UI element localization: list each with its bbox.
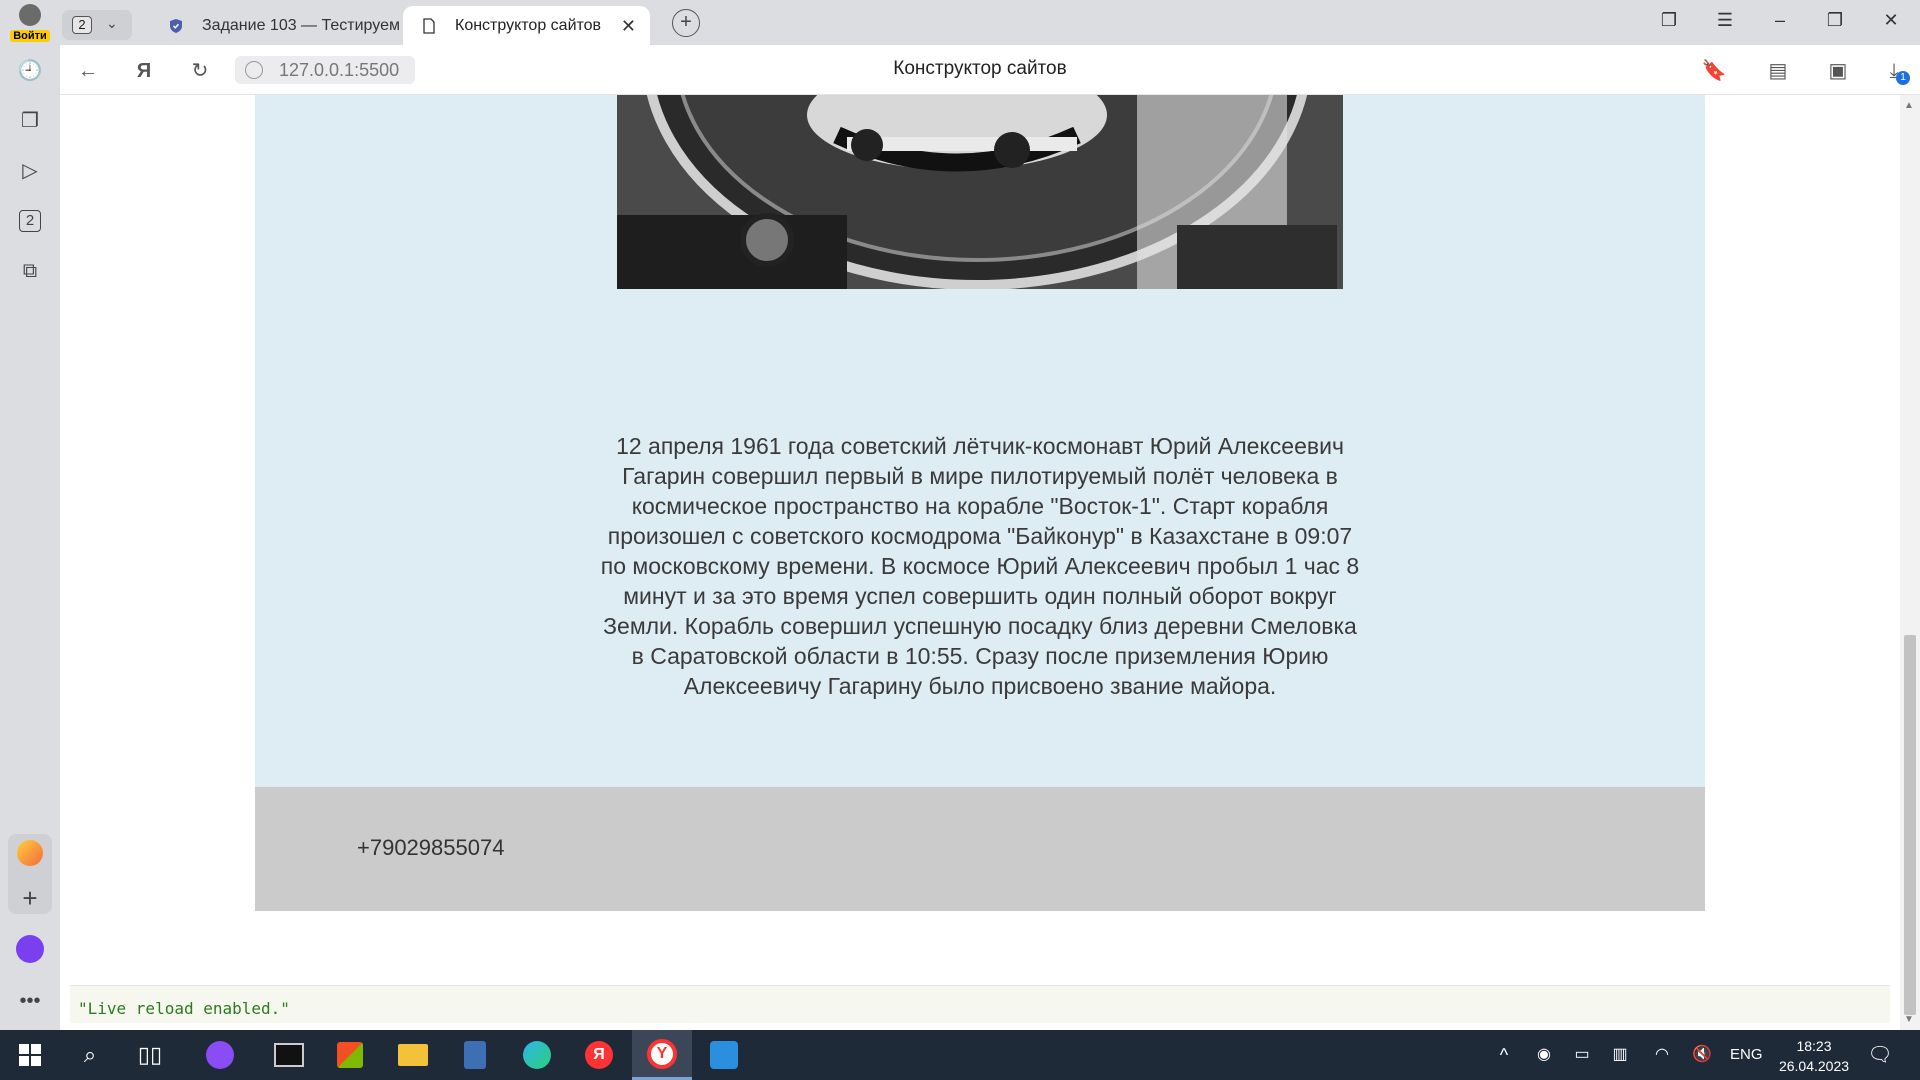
history-icon[interactable]: 🕘: [14, 55, 46, 87]
wifi-icon[interactable]: ◠: [1642, 1038, 1682, 1072]
browser-sidebar: Войти 🕘 ❐ ▷ 2 ⧉ + •••: [0, 0, 60, 1030]
alice-icon[interactable]: [14, 935, 46, 967]
edge-icon: [523, 1041, 551, 1069]
tab-task[interactable]: Задание 103 — Тестируем: [150, 6, 400, 45]
vscode-icon: [710, 1041, 738, 1069]
terminal-icon: [274, 1043, 304, 1067]
play-icon[interactable]: ▷: [14, 155, 46, 187]
notifications-icon[interactable]: 🗨: [1860, 1038, 1900, 1072]
battery-icon[interactable]: ▭: [1562, 1038, 1602, 1072]
extension-icon[interactable]: ▣: [1824, 57, 1852, 85]
volume-muted-icon[interactable]: 🔇: [1682, 1038, 1722, 1072]
taskbar-app-calculator[interactable]: [445, 1030, 505, 1080]
bookmark-icon[interactable]: 🔖: [1700, 57, 1728, 85]
more-icon[interactable]: •••: [14, 985, 46, 1017]
language-indicator[interactable]: ENG: [1730, 1046, 1763, 1064]
address-bar: ← Я ↻ 127.0.0.1:5500 Конструктор сайтов …: [60, 45, 1920, 95]
task-view-icon[interactable]: ▯▯: [130, 1038, 170, 1072]
scroll-down-arrow[interactable]: ▼: [1904, 1014, 1914, 1025]
footer: +79029855074: [255, 787, 1705, 911]
new-tab-button[interactable]: +: [672, 9, 700, 37]
avatar-icon: [19, 4, 41, 26]
taskbar-app-edge[interactable]: [507, 1030, 567, 1080]
taskbar-app-vscode[interactable]: [694, 1030, 754, 1080]
calculator-icon: [464, 1041, 486, 1069]
tab-label: Задание 103 — Тестируем: [202, 16, 400, 34]
add-icon[interactable]: +: [14, 882, 46, 914]
page-title: Конструктор сайтов: [893, 58, 1067, 79]
taskbar-app-alice[interactable]: [190, 1030, 250, 1080]
windows-taskbar: ⌕ ▯▯ Я Y ^ ◉ ▭ ▥ ◠ 🔇 ENG 18:23 26.04.202…: [0, 1030, 1920, 1080]
photo-image: [617, 95, 1343, 289]
sidebar-badge: 2: [19, 210, 41, 232]
yandex-browser-icon: Y: [647, 1038, 677, 1069]
cosmonaut-photo: [617, 95, 1343, 289]
clock-date: 26.04.2023: [1778, 1058, 1850, 1074]
search-icon[interactable]: ⌕: [70, 1038, 110, 1072]
app-icon[interactable]: [14, 840, 46, 872]
menu-icon[interactable]: ☰: [1710, 10, 1740, 36]
taskbar-app-terminal[interactable]: [259, 1030, 319, 1080]
restore-button[interactable]: ❐: [1820, 10, 1850, 36]
taskbar-app-explorer[interactable]: [383, 1030, 443, 1080]
minimize-button[interactable]: –: [1765, 10, 1795, 36]
login-button[interactable]: Войти: [8, 4, 52, 44]
tray-chevron-up-icon[interactable]: ^: [1484, 1038, 1524, 1072]
page-icon: [423, 17, 435, 34]
alice-icon: [206, 1041, 234, 1069]
tab-site-builder[interactable]: Конструктор сайтов ✕: [403, 6, 650, 45]
store-icon: [337, 1042, 363, 1068]
screenshot-icon[interactable]: ⧉: [14, 255, 46, 287]
collections-icon[interactable]: ❐: [14, 105, 46, 137]
shield-icon: [170, 18, 182, 33]
taskbar-app-yandex[interactable]: Я: [569, 1030, 629, 1080]
tabs-counter-icon[interactable]: 2: [14, 205, 46, 237]
project-icon[interactable]: ▥: [1600, 1038, 1640, 1072]
taskbar-app-yandex-browser[interactable]: Y: [632, 1030, 692, 1080]
taskbar-app-store[interactable]: [320, 1030, 380, 1080]
scroll-up-arrow[interactable]: ▲: [1904, 100, 1914, 111]
windows-start-icon[interactable]: [10, 1038, 50, 1072]
gagarin-bio-text: 12 апреля 1961 года советский лётчик-кос…: [600, 433, 1360, 699]
scrollbar-thumb[interactable]: [1904, 635, 1916, 1015]
tray-meet-icon[interactable]: ◉: [1524, 1038, 1564, 1072]
reader-icon[interactable]: ▤: [1764, 57, 1792, 85]
folder-icon: [398, 1044, 428, 1066]
tab-strip: 2 ⌄ Задание 103 — Тестируем Конструктор …: [0, 0, 1920, 45]
live-reload-console: "Live reload enabled.": [70, 985, 1890, 1023]
language-label: ENG: [1730, 1046, 1763, 1063]
tab-group-button[interactable]: 2 ⌄: [62, 10, 132, 40]
tab-count-badge: 2: [72, 16, 92, 34]
clock-time: 18:23: [1796, 1038, 1832, 1054]
close-tab-icon[interactable]: ✕: [621, 16, 636, 37]
phone-number: +79029855074: [357, 835, 505, 860]
close-window-button[interactable]: ✕: [1876, 10, 1906, 36]
tab-label: Конструктор сайтов: [455, 16, 602, 34]
yandex-icon: Я: [585, 1041, 613, 1069]
chevron-down-icon: ⌄: [106, 15, 118, 31]
clock[interactable]: 18:23 26.04.2023: [1774, 1036, 1854, 1076]
download-badge: 1: [1896, 71, 1910, 85]
page-viewport: 12 апреля 1961 года советский лётчик-кос…: [60, 95, 1900, 1030]
collections-icon[interactable]: ❐: [1654, 10, 1684, 36]
download-icon[interactable]: ⤓ 1: [1880, 57, 1910, 85]
login-label: Войти: [10, 30, 50, 42]
content-section: 12 апреля 1961 года советский лётчик-кос…: [255, 95, 1705, 787]
